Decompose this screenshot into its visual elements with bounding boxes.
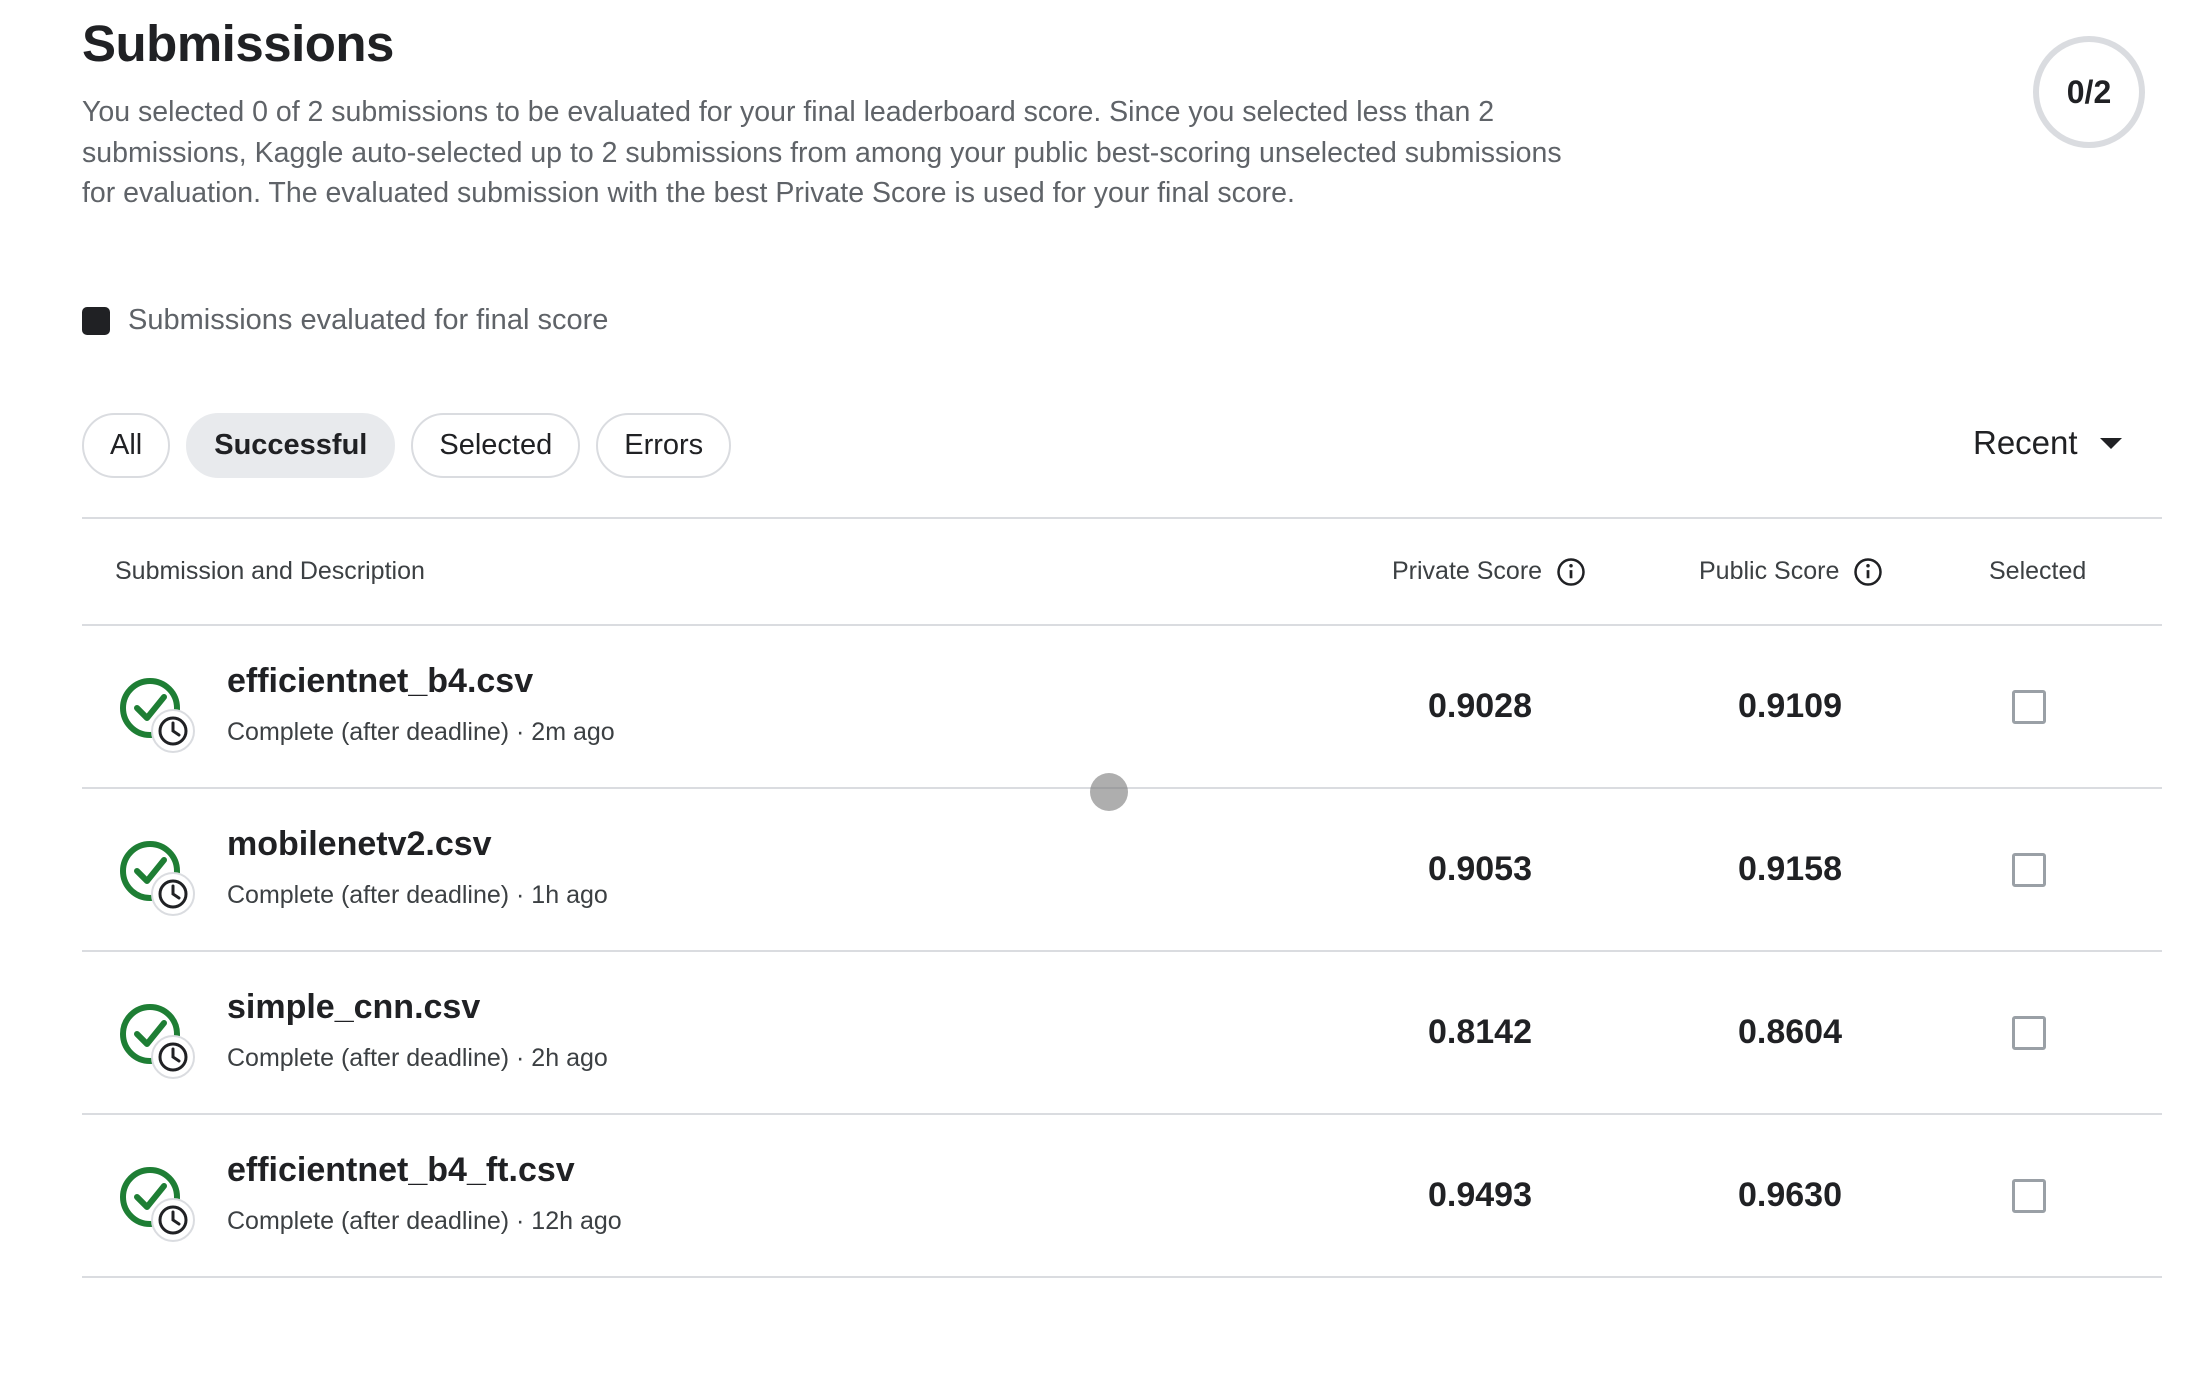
info-icon[interactable] (1853, 557, 1883, 587)
submission-status: Complete (after deadline) · 12h ago (227, 1207, 622, 1235)
submission-name[interactable]: mobilenetv2.csv (227, 825, 492, 864)
table-row: simple_cnn.csv Complete (after deadline)… (82, 952, 2162, 1115)
sort-dropdown[interactable]: Recent (1973, 424, 2122, 462)
private-score: 0.9028 (1428, 687, 1532, 725)
submission-status: Complete (after deadline) · 2h ago (227, 1044, 608, 1072)
column-header-submission: Submission and Description (115, 557, 425, 585)
submission-name[interactable]: simple_cnn.csv (227, 988, 480, 1027)
filter-chip-selected[interactable]: Selected (411, 413, 581, 478)
public-score: 0.9109 (1738, 687, 1842, 725)
info-icon[interactable] (1556, 557, 1586, 587)
public-score: 0.9630 (1738, 1176, 1842, 1214)
selection-counter: 0/2 (2033, 36, 2145, 148)
table-row: mobilenetv2.csv Complete (after deadline… (82, 789, 2162, 952)
column-header-public-score: Public Score (1699, 519, 1883, 624)
column-header-private-score: Private Score (1392, 519, 1586, 624)
public-score-label: Public Score (1699, 557, 1840, 585)
select-checkbox[interactable] (2012, 853, 2046, 887)
caret-down-icon (2099, 437, 2122, 449)
private-score: 0.9493 (1428, 1176, 1532, 1214)
private-score-label: Private Score (1392, 557, 1543, 585)
submission-name[interactable]: efficientnet_b4_ft.csv (227, 1151, 575, 1190)
public-score: 0.9158 (1738, 850, 1842, 888)
legend-swatch (82, 306, 110, 335)
filter-chip-all[interactable]: All (82, 413, 171, 478)
filter-chip-errors[interactable]: Errors (596, 413, 732, 478)
select-checkbox[interactable] (2012, 1016, 2046, 1050)
check-circle-clock-icon (120, 678, 195, 753)
mouse-cursor (1090, 773, 1128, 811)
filter-chip-successful[interactable]: Successful (186, 413, 396, 478)
table-header: Submission and Description Private Score… (82, 517, 2162, 626)
table-row: efficientnet_b4.csv Complete (after dead… (82, 626, 2162, 789)
submissions-table: Submission and Description Private Score… (82, 517, 2162, 1278)
private-score: 0.8142 (1428, 1013, 1532, 1051)
select-checkbox[interactable] (2012, 690, 2046, 724)
table-row: efficientnet_b4_ft.csv Complete (after d… (82, 1115, 2162, 1278)
check-circle-clock-icon (120, 1004, 195, 1079)
submission-status: Complete (after deadline) · 2m ago (227, 718, 615, 746)
submission-status: Complete (after deadline) · 1h ago (227, 881, 608, 909)
check-circle-clock-icon (120, 841, 195, 916)
select-checkbox[interactable] (2012, 1179, 2046, 1213)
check-circle-clock-icon (120, 1167, 195, 1242)
legend-label: Submissions evaluated for final score (128, 304, 609, 336)
column-header-selected: Selected (1989, 557, 2087, 585)
submission-name[interactable]: efficientnet_b4.csv (227, 662, 533, 701)
filter-chips: All Successful Selected Errors (82, 413, 747, 478)
private-score: 0.9053 (1428, 850, 1532, 888)
sort-label: Recent (1973, 424, 2078, 461)
submissions-description: You selected 0 of 2 submissions to be ev… (82, 96, 1562, 209)
legend: Submissions evaluated for final score (82, 304, 608, 337)
submissions-page: Submissions You selected 0 of 2 submissi… (0, 0, 2211, 1400)
public-score: 0.8604 (1738, 1013, 1842, 1051)
page-title: Submissions (82, 15, 394, 72)
